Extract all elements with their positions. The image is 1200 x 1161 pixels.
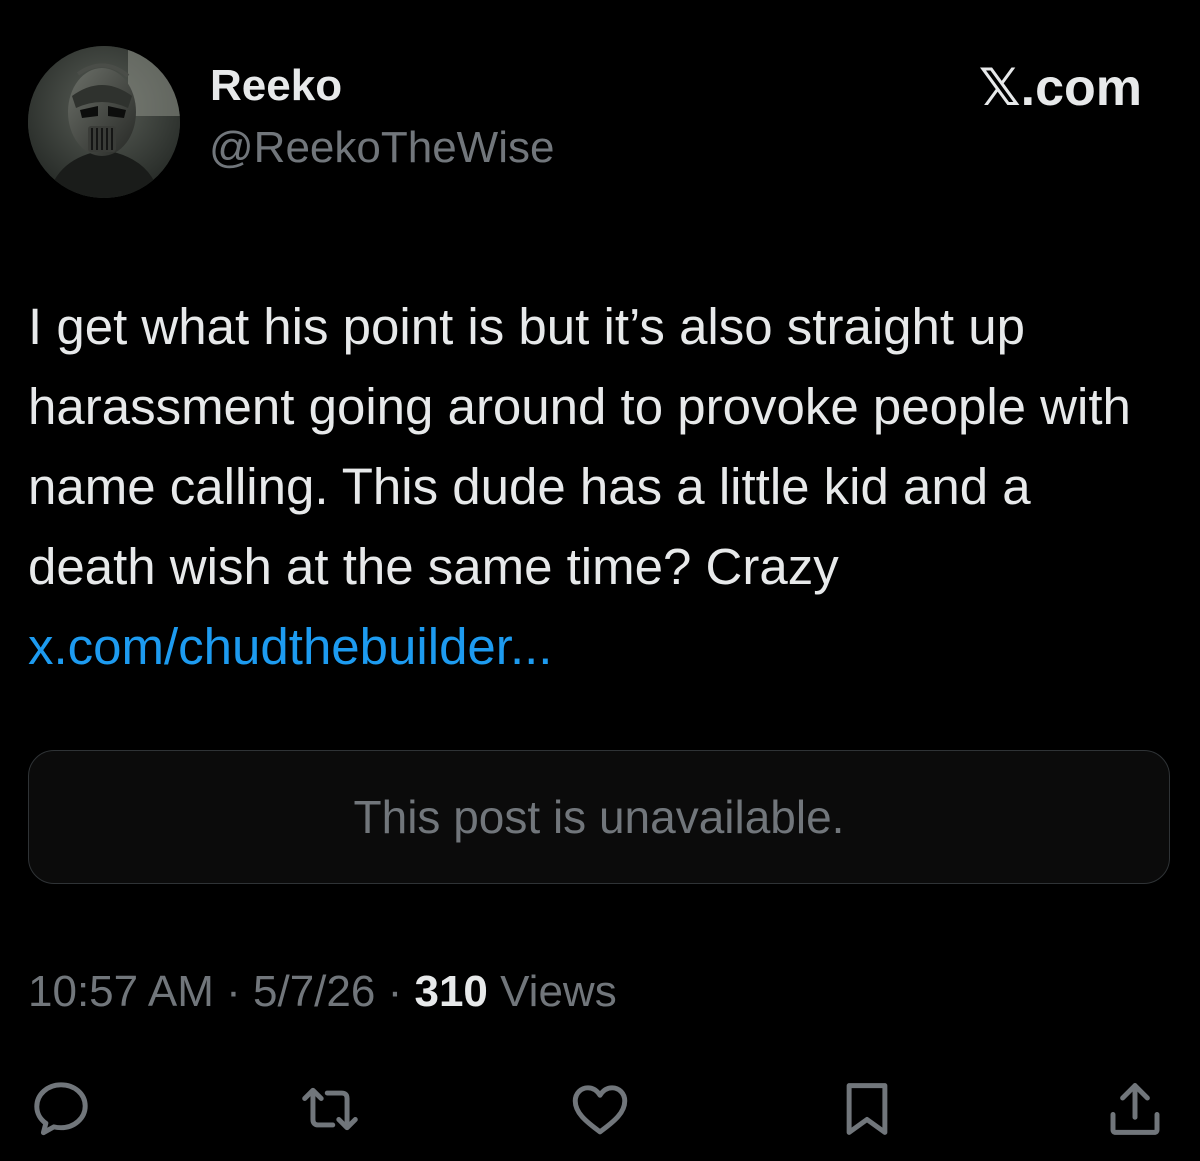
display-name[interactable]: Reeko — [210, 60, 342, 112]
user-handle[interactable]: @ReekoTheWise — [209, 122, 554, 174]
masked-warrior-avatar-icon — [28, 46, 180, 198]
post-link[interactable]: x.com/chudthebuilder... — [28, 618, 552, 675]
share-icon — [1110, 1083, 1160, 1135]
post-body: I get what his point is but it’s also st… — [28, 298, 1131, 595]
views-label: Views — [487, 967, 617, 1016]
post-meta: 10:57 AM · 5/7/26 · 310 Views — [28, 964, 617, 1020]
meta-separator: · — [375, 967, 415, 1016]
quoted-post-card[interactable]: This post is unavailable. — [28, 750, 1170, 884]
views-count[interactable]: 310 — [414, 967, 487, 1016]
brand-logo: 𝕏.com — [978, 59, 1142, 117]
post-text: I get what his point is but it’s also st… — [28, 287, 1158, 687]
unavailable-message: This post is unavailable. — [353, 791, 845, 843]
reply-icon — [34, 1082, 88, 1136]
heart-icon — [572, 1085, 628, 1135]
repost-icon — [302, 1087, 358, 1131]
bookmark-icon — [846, 1083, 888, 1135]
post-time[interactable]: 10:57 AM — [28, 967, 214, 1016]
action-bar — [0, 1074, 1200, 1144]
share-button[interactable] — [1100, 1074, 1170, 1144]
avatar[interactable] — [28, 46, 180, 198]
post-date[interactable]: 5/7/26 — [253, 967, 375, 1016]
bookmark-button[interactable] — [832, 1074, 902, 1144]
meta-separator: · — [213, 967, 254, 1016]
reply-button[interactable] — [26, 1074, 96, 1144]
like-button[interactable] — [565, 1074, 635, 1144]
repost-button[interactable] — [295, 1074, 365, 1144]
